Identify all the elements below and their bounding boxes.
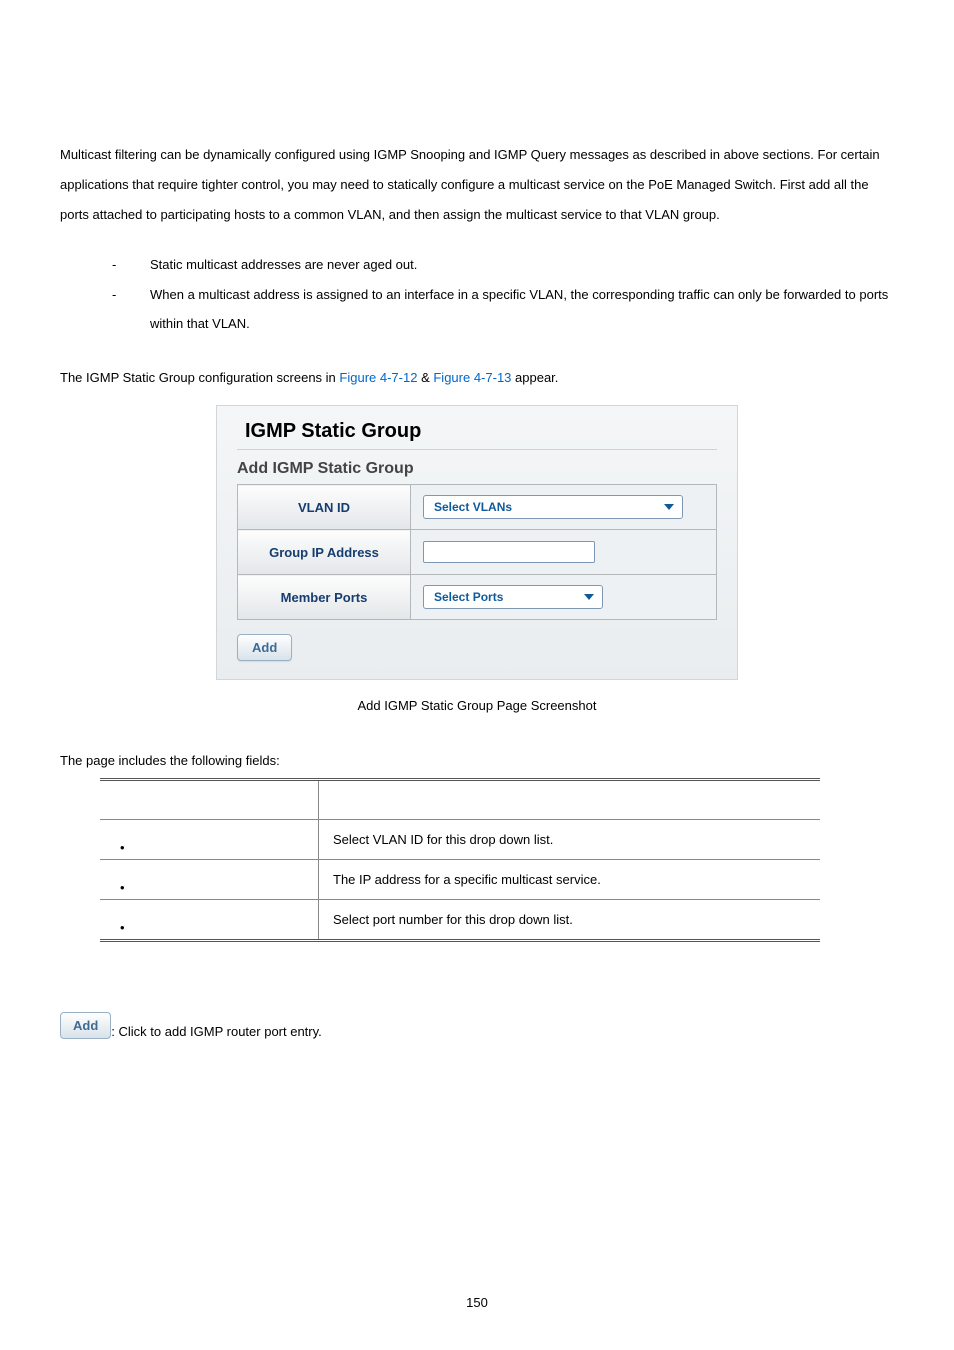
group-ip-label: Group IP Address	[238, 530, 411, 575]
reference-line: The IGMP Static Group configuration scre…	[60, 363, 894, 393]
bullet-item: When a multicast address is assigned to …	[100, 280, 894, 340]
fields-intro: The page includes the following fields:	[60, 753, 894, 768]
ports-select-text: Select Ports	[434, 590, 503, 604]
refline-mid: &	[417, 370, 433, 385]
group-ip-input[interactable]	[423, 541, 595, 563]
fields-table-header-desc	[319, 780, 821, 820]
igmp-static-group-panel: IGMP Static Group Add IGMP Static Group …	[216, 405, 738, 680]
page-number: 150	[0, 1295, 954, 1310]
panel-title: IGMP Static Group	[245, 420, 717, 443]
vlan-select-text: Select VLANs	[434, 500, 512, 514]
table-row: The IP address for a specific multicast …	[100, 860, 820, 900]
fields-table-desc: Select VLAN ID for this drop down list.	[319, 820, 821, 860]
add-button[interactable]: Add	[237, 634, 292, 661]
fields-table-desc: The IP address for a specific multicast …	[319, 860, 821, 900]
chevron-down-icon	[584, 594, 594, 600]
intro-paragraph: Multicast filtering can be dynamically c…	[60, 140, 894, 230]
member-ports-label: Member Ports	[238, 575, 411, 620]
figure-link-2[interactable]: Figure 4-7-13	[433, 370, 511, 385]
vlan-id-label: VLAN ID	[238, 485, 411, 530]
panel-subtitle: Add IGMP Static Group	[237, 460, 717, 478]
chevron-down-icon	[664, 504, 674, 510]
add-button-inline[interactable]: Add	[60, 1012, 111, 1039]
fields-table-header-object	[100, 780, 319, 820]
figure-caption: Add IGMP Static Group Page Screenshot	[60, 698, 894, 713]
table-row: Select port number for this drop down li…	[100, 900, 820, 941]
vlan-select[interactable]: Select VLANs	[423, 495, 683, 519]
fields-table-desc: Select port number for this drop down li…	[319, 900, 821, 941]
fields-table-object	[100, 820, 319, 860]
ports-select[interactable]: Select Ports	[423, 585, 603, 609]
refline-prefix: The IGMP Static Group configuration scre…	[60, 370, 339, 385]
refline-suffix: appear.	[511, 370, 558, 385]
fields-table-object	[100, 860, 319, 900]
table-row: Select VLAN ID for this drop down list.	[100, 820, 820, 860]
form-table: VLAN ID Select VLANs Group IP Address	[237, 484, 717, 620]
bullet-list: Static multicast addresses are never age…	[100, 250, 894, 340]
bullet-item: Static multicast addresses are never age…	[100, 250, 894, 280]
fields-table-object	[100, 900, 319, 941]
fields-table: Select VLAN ID for this drop down list. …	[100, 778, 820, 942]
add-button-description: : Click to add IGMP router port entry.	[111, 1024, 322, 1039]
figure-link-1[interactable]: Figure 4-7-12	[339, 370, 417, 385]
